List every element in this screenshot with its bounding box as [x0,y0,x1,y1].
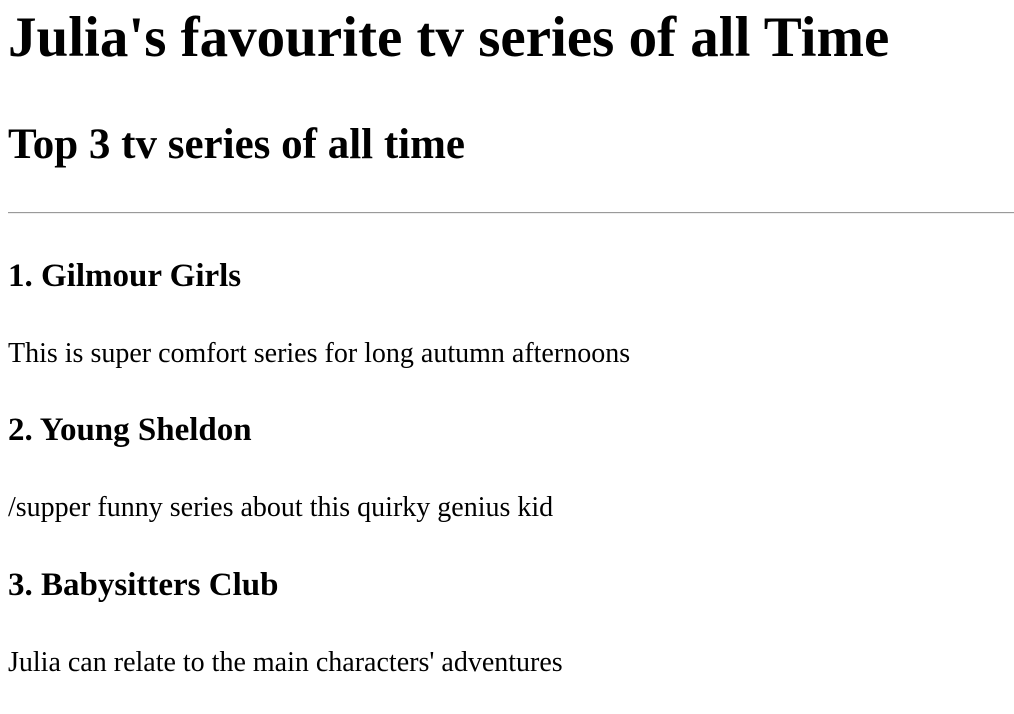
series-item-babysitters-club: 3. Babysitters Club Julia can relate to … [8,565,998,678]
divider [8,212,1014,214]
page: Julia's favourite tv series of all Time … [0,0,1014,714]
page-subtitle: Top 3 tv series of all time [8,121,466,168]
series-item-young-sheldon: 2. Young Sheldon /supper funny series ab… [8,410,998,523]
series-description: /supper funny series about this quirky g… [8,492,554,523]
series-item-gilmour-girls: 1. Gilmour Girls This is super comfort s… [8,256,998,369]
series-title: 2. Young Sheldon [8,412,252,448]
series-title: 3. Babysitters Club [8,567,279,603]
series-title: 1. Gilmour Girls [8,258,242,294]
series-description: Julia can relate to the main characters'… [8,647,563,678]
series-description: This is super comfort series for long au… [8,338,631,369]
page-title: Julia's favourite tv series of all Time [8,6,890,69]
